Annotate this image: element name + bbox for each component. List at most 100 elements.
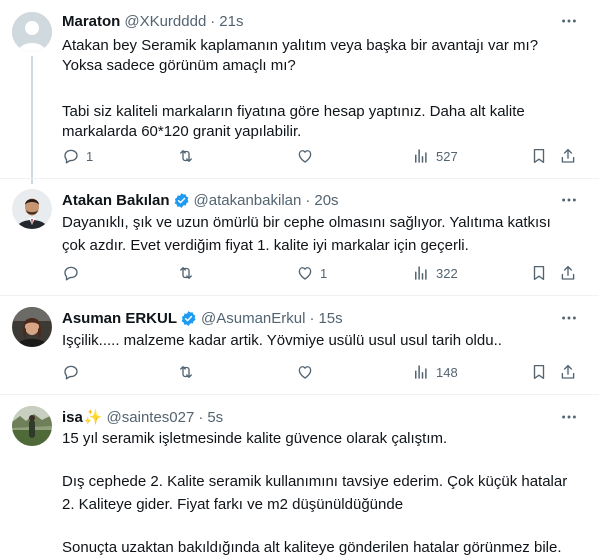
tweet-actions: 1 322 bbox=[56, 263, 586, 283]
tweet-line: Işçilik..... malzeme kadar artik. Yövmiy… bbox=[62, 332, 502, 349]
bookmark-icon bbox=[533, 265, 545, 281]
avatar-maraton[interactable] bbox=[12, 12, 52, 52]
display-name[interactable]: Atakan Bakılan bbox=[62, 192, 170, 209]
separator-dot: · bbox=[309, 309, 315, 327]
more-dots-icon bbox=[562, 316, 576, 320]
tweet-line: Dış cephede 2. Kalite seramik kullanımın… bbox=[62, 473, 568, 490]
user-handle[interactable]: @AsumanErkul bbox=[201, 310, 305, 327]
bookmark-button[interactable] bbox=[530, 146, 548, 166]
verified-badge-icon bbox=[181, 310, 196, 326]
timestamp[interactable]: 15s bbox=[318, 310, 342, 327]
timestamp[interactable]: 21s bbox=[219, 13, 243, 30]
more-options-button[interactable] bbox=[559, 190, 579, 210]
share-icon bbox=[561, 364, 575, 379]
views-button[interactable]: 322 bbox=[412, 263, 458, 283]
heart-icon bbox=[298, 366, 312, 379]
retweet-button[interactable] bbox=[177, 263, 195, 283]
like-button[interactable] bbox=[296, 362, 314, 382]
bookmark-icon bbox=[533, 148, 545, 164]
display-name[interactable]: Maraton bbox=[62, 13, 120, 30]
sparkle-emoji-icon: ✨ bbox=[83, 409, 103, 426]
more-dots-icon bbox=[562, 19, 576, 23]
tweet-divider bbox=[0, 394, 599, 395]
retweet-button[interactable] bbox=[177, 362, 195, 382]
tweet-line: Yoksa sadece görünüm amaçlı mı? bbox=[62, 57, 296, 74]
reply-count: 1 bbox=[86, 148, 94, 164]
tweet-line: Dayanıklı, şık ve uzun ömürlü bir cephe … bbox=[62, 214, 551, 231]
tweet-line bbox=[62, 76, 582, 96]
timestamp[interactable]: 5s bbox=[207, 409, 223, 426]
tweet-header: Maraton @XKurdddd · 21s bbox=[62, 11, 243, 31]
tweet-divider bbox=[0, 295, 599, 296]
tweet-divider bbox=[0, 178, 599, 179]
retweet-icon bbox=[180, 267, 192, 279]
more-options-button[interactable] bbox=[559, 308, 579, 328]
tweet-line bbox=[62, 449, 582, 469]
tweet-line: Tabi siz kaliteli markaların fiyatına gö… bbox=[62, 103, 525, 120]
display-name[interactable]: Asuman ERKUL bbox=[62, 310, 177, 327]
avatar-isa[interactable] bbox=[12, 406, 52, 446]
share-button[interactable] bbox=[559, 146, 577, 166]
heart-icon bbox=[298, 150, 312, 163]
like-button[interactable] bbox=[296, 146, 314, 166]
separator-dot: · bbox=[305, 191, 311, 209]
profile-photo-icon bbox=[12, 307, 52, 347]
view-count: 322 bbox=[436, 265, 458, 281]
views-button[interactable]: 527 bbox=[412, 146, 458, 166]
views-chart-icon bbox=[415, 149, 427, 163]
views-chart-icon bbox=[415, 365, 427, 379]
more-dots-icon bbox=[562, 415, 576, 419]
avatar-asuman[interactable] bbox=[12, 307, 52, 347]
view-count: 148 bbox=[436, 364, 458, 380]
retweet-icon bbox=[180, 150, 192, 162]
view-count: 527 bbox=[436, 148, 458, 164]
more-options-button[interactable] bbox=[559, 11, 579, 31]
tweet-line: Sonuçta uzaktan bakıldığında alt kalitey… bbox=[62, 539, 562, 556]
tweet-header: Atakan Bakılan @atakanbakilan · 20s bbox=[62, 190, 339, 210]
user-handle[interactable]: @XKurdddd bbox=[124, 13, 206, 30]
tweet-text: Atakan bey Seramik kaplamanın yalıtım ve… bbox=[62, 36, 582, 142]
views-chart-icon bbox=[415, 266, 427, 280]
user-handle[interactable]: @atakanbakilan bbox=[194, 192, 302, 209]
reply-button[interactable] bbox=[62, 263, 80, 283]
tweet-text: Dayanıklı, şık ve uzun ömürlü bir cephe … bbox=[62, 213, 582, 256]
share-button[interactable] bbox=[559, 263, 577, 283]
thread-line bbox=[31, 56, 33, 184]
display-name[interactable]: isa bbox=[62, 409, 83, 426]
share-icon bbox=[561, 148, 575, 163]
like-button[interactable]: 1 bbox=[296, 263, 327, 283]
avatar-atakan[interactable] bbox=[12, 189, 52, 229]
tweet-line: markalarda 60*120 granit yapılabilir. bbox=[62, 123, 302, 140]
more-dots-icon bbox=[562, 198, 576, 202]
bookmark-button[interactable] bbox=[530, 362, 548, 382]
separator-dot: · bbox=[210, 12, 216, 30]
retweet-button[interactable] bbox=[177, 146, 195, 166]
tweet-line: 15 yıl seramik işletmesinde kalite güven… bbox=[62, 430, 448, 447]
verified-badge-icon bbox=[174, 192, 189, 208]
like-count: 1 bbox=[320, 265, 328, 281]
bookmark-button[interactable] bbox=[530, 263, 548, 283]
reply-icon bbox=[64, 365, 78, 380]
tweet-actions: 148 bbox=[56, 362, 586, 382]
views-button[interactable]: 148 bbox=[412, 362, 458, 382]
separator-dot: · bbox=[198, 408, 204, 426]
tweet-text: 15 yıl seramik işletmesinde kalite güven… bbox=[62, 429, 582, 558]
reply-icon bbox=[64, 266, 78, 281]
timestamp[interactable]: 20s bbox=[314, 192, 338, 209]
default-avatar-icon bbox=[12, 12, 52, 52]
profile-photo-icon bbox=[12, 406, 52, 446]
retweet-icon bbox=[180, 366, 192, 378]
share-icon bbox=[561, 265, 575, 280]
tweet-actions: 1 527 bbox=[56, 146, 586, 166]
tweet-line: 2. Kaliteye gider. Fiyat farkı ve m2 düş… bbox=[62, 496, 404, 513]
more-options-button[interactable] bbox=[559, 407, 579, 427]
reply-button[interactable] bbox=[62, 362, 80, 382]
heart-icon bbox=[298, 267, 312, 280]
reply-button[interactable]: 1 bbox=[62, 146, 93, 166]
bookmark-icon bbox=[533, 364, 545, 380]
user-handle[interactable]: @saintes027 bbox=[107, 409, 195, 426]
tweet-header: Asuman ERKUL @AsumanErkul · 15s bbox=[62, 308, 343, 328]
reply-icon bbox=[64, 149, 78, 164]
share-button[interactable] bbox=[559, 362, 577, 382]
tweet-line: çok azdır. Evet verdiğim fiyat 1. kalite… bbox=[62, 237, 469, 254]
